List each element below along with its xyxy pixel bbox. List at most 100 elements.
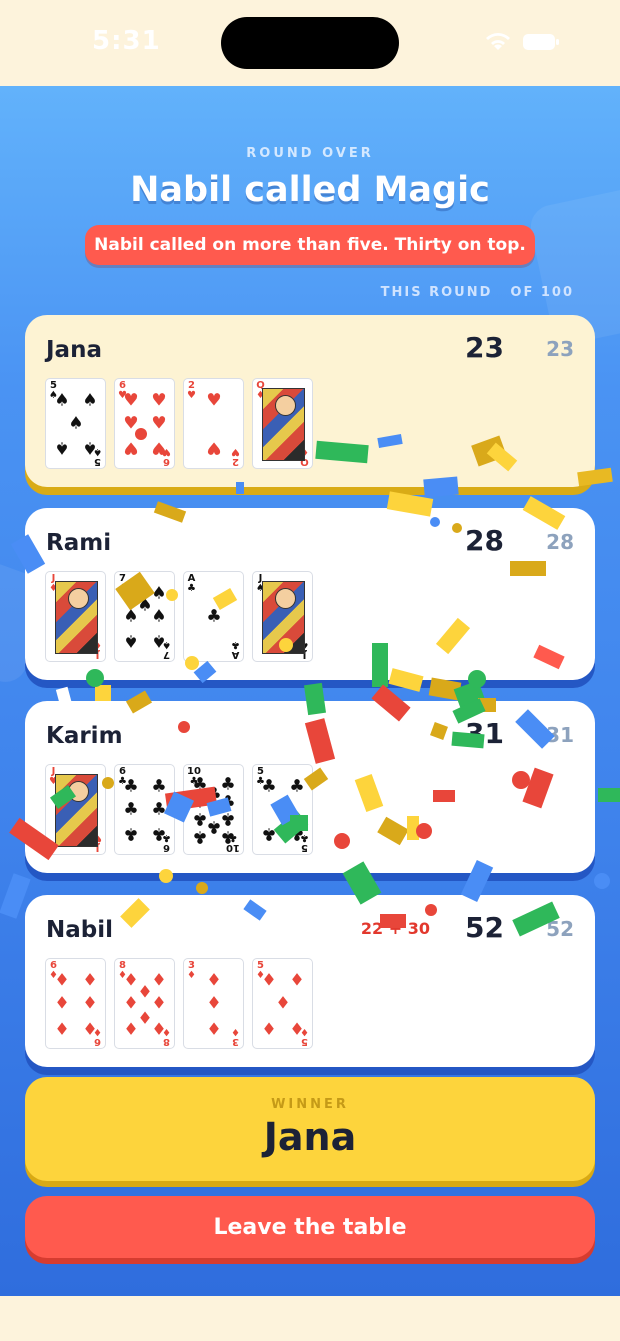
- player-hand: J♥ J♥6♣ 6♣♣♣♣♣♣♣10♣ 10♣♣♣♣♣♣♣♣♣♣♣5♣ 5♣♣♣…: [45, 764, 313, 855]
- card-corner: 2 ♥: [231, 446, 240, 467]
- card-pip: ♦: [123, 1017, 139, 1038]
- winner-name: Jana: [263, 1115, 357, 1159]
- card-pip: ♣: [123, 823, 139, 844]
- card-suit: ♦: [231, 1026, 240, 1037]
- status-time: 5:31: [92, 26, 161, 56]
- card-corner: 3 ♦: [231, 1026, 240, 1047]
- card-suit: ♦: [187, 970, 196, 981]
- card-corner: 3 ♦: [187, 961, 196, 981]
- card-pip: ♣: [192, 774, 208, 795]
- playing-card: 7 ♠ 7 ♠ ♠ ♠ ♠ ♠ ♠ ♠ ♠: [114, 571, 175, 662]
- card-rank: 3: [232, 1036, 239, 1047]
- face-card-art: [262, 388, 305, 461]
- card-rank: 2: [232, 456, 239, 467]
- total-score: 28: [546, 530, 574, 554]
- playing-card: 3 ♦ 3 ♦ ♦ ♦ ♦: [183, 958, 244, 1049]
- card-pip: ♦: [206, 993, 222, 1014]
- card-pip: ♠: [151, 630, 167, 651]
- card-rank: 8: [163, 1036, 170, 1047]
- card-pip: ♦: [54, 993, 70, 1014]
- score-column-headers: THIS ROUND OF 100: [381, 285, 574, 300]
- card-pip: ♦: [151, 993, 167, 1014]
- card-pip: ♦: [54, 1017, 70, 1038]
- playing-card: J♠ J♠: [252, 571, 313, 662]
- card-corner: A ♣: [231, 639, 240, 660]
- card-rank: 6: [94, 1036, 101, 1047]
- card-rank: A: [231, 649, 240, 660]
- player-name: Rami: [46, 530, 112, 556]
- card-rank: 6: [163, 456, 170, 467]
- card-pip: ♦: [123, 993, 139, 1014]
- playing-card: 5 ♣ 5 ♣ ♣ ♣ ♣ ♣ ♣: [252, 764, 313, 855]
- round-over-eyebrow: ROUND OVER: [246, 146, 374, 161]
- card-pip: ♦: [82, 1017, 98, 1038]
- card-suit: ♥: [187, 390, 196, 401]
- card-pip: ♣: [289, 823, 305, 844]
- player-panel: Rami 28 28 J♦ J♦7♠ 7♠♠♠♠♠♠♠♠A♣ A♣♣J♠ J♠: [25, 508, 595, 680]
- card-pip: ♠: [54, 390, 70, 411]
- battery-icon: [522, 32, 560, 52]
- player-hand: J♦ J♦7♠ 7♠♠♠♠♠♠♠♠A♣ A♣♣J♠ J♠: [45, 571, 313, 662]
- card-pip: ♣: [206, 816, 222, 837]
- card-rank: 6: [163, 842, 170, 853]
- card-pip: ♦: [137, 982, 153, 1003]
- card-suit: ♣: [231, 639, 240, 650]
- card-pip: ♦: [261, 1017, 277, 1038]
- card-pip: ♠: [151, 583, 167, 604]
- leave-table-button[interactable]: Leave the table: [25, 1196, 595, 1258]
- playing-card: J♦ J♦: [45, 571, 106, 662]
- card-pip: ♠: [82, 437, 98, 458]
- card-pip: ♣: [192, 808, 208, 829]
- player-name: Nabil: [46, 917, 114, 943]
- home-indicator-area: [0, 1296, 620, 1341]
- total-score: 23: [546, 337, 574, 361]
- card-suit: ♣: [187, 583, 196, 594]
- card-pip: ♥: [151, 413, 167, 434]
- total-score: 52: [546, 917, 574, 941]
- status-bar: 5:31: [0, 0, 620, 86]
- card-pip: ♠: [137, 595, 153, 616]
- card-pip: ♣: [220, 774, 236, 795]
- player-hand: 6 ♦ 6 ♦ ♦ ♦ ♦ ♦ ♦ ♦ 8 ♦ 8 ♦ ♦ ♦ ♦ ♦ ♦ ♦ ♦ ♦ 3 ♦ 3 ♦ ♦ ♦ ♦ 5 ♦ 5 ♦ ♦ ♦ ♦…: [45, 958, 313, 1049]
- card-rank: 5: [301, 842, 308, 853]
- card-rank: 5: [301, 1036, 308, 1047]
- playing-card: 6 ♣ 6 ♣ ♣ ♣ ♣ ♣ ♣ ♣: [114, 764, 175, 855]
- card-pip: ♠: [123, 630, 139, 651]
- card-pip: ♣: [123, 799, 139, 820]
- player-name: Jana: [46, 337, 102, 363]
- card-pip: ♦: [82, 993, 98, 1014]
- wifi-icon: [484, 32, 512, 52]
- playing-card: Q♦ Q♦: [252, 378, 313, 469]
- card-pip: ♦: [206, 970, 222, 991]
- playing-card: 6 ♥ 6 ♥ ♥ ♥ ♥ ♥ ♥ ♥: [114, 378, 175, 469]
- player-panel: Jana 23 23 5 ♠ 5 ♠ ♠ ♠ ♠ ♠ ♠ 6 ♥ 6 ♥ ♥ ♥ ♥ ♥ ♥ ♥ 2 ♥ 2 ♥ ♥ ♥ Q…: [25, 315, 595, 487]
- round-explanation-badge: Nabil called on more than five. Thirty o…: [85, 225, 535, 265]
- card-pip: ♣: [220, 826, 236, 847]
- card-pip: ♣: [151, 776, 167, 797]
- round-headline: Nabil called Magic: [130, 170, 490, 210]
- card-pip: ♠: [54, 437, 70, 458]
- penalty-breakdown: 22 + 30: [360, 919, 430, 938]
- card-pip: ♣: [151, 823, 167, 844]
- playing-card: J♥ J♥: [45, 764, 106, 855]
- total-score: 31: [546, 723, 574, 747]
- card-corner: 2 ♥: [187, 381, 196, 401]
- card-pip: ♦: [275, 993, 291, 1014]
- card-pip: ♥: [151, 437, 167, 458]
- playing-card: 6 ♦ 6 ♦ ♦ ♦ ♦ ♦ ♦ ♦: [45, 958, 106, 1049]
- round-score: 23: [465, 331, 504, 364]
- card-pip: ♣: [261, 823, 277, 844]
- face-card-art: [262, 581, 305, 654]
- playing-card: 8 ♦ 8 ♦ ♦ ♦ ♦ ♦ ♦ ♦ ♦ ♦: [114, 958, 175, 1049]
- round-over-screen: ROUND OVER Nabil called Magic Nabil call…: [0, 86, 620, 1296]
- status-icons: [484, 32, 560, 52]
- playing-card: 10 ♣ 10 ♣ ♣ ♣ ♣ ♣ ♣ ♣ ♣ ♣ ♣ ♣: [183, 764, 244, 855]
- card-pip: ♦: [54, 970, 70, 991]
- playing-card: A ♣ A ♣ ♣: [183, 571, 244, 662]
- card-pip: ♦: [137, 1006, 153, 1027]
- card-pip: ♠: [82, 390, 98, 411]
- face-card-art: [55, 581, 98, 654]
- card-pip: ♣: [192, 826, 208, 847]
- card-pip: ♣: [261, 776, 277, 797]
- card-pip: ♦: [289, 970, 305, 991]
